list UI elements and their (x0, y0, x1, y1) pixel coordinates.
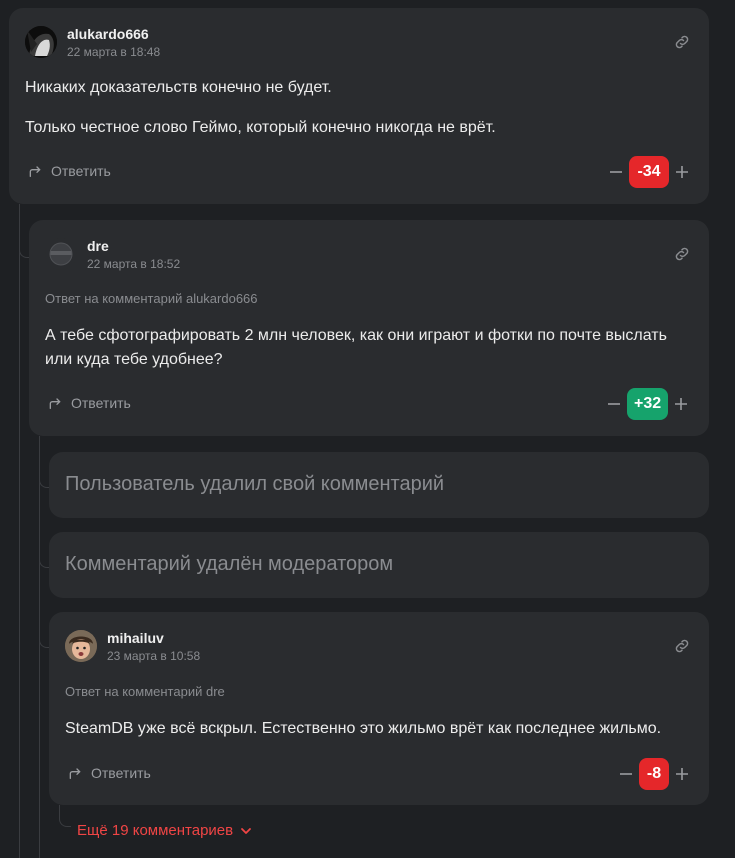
score-badge: -8 (639, 758, 669, 790)
vote-control: +32 (605, 388, 690, 420)
more-comments-label: Ещё 19 комментариев (77, 822, 234, 839)
link-icon[interactable] (673, 33, 691, 51)
reply-label: Ответить (91, 765, 151, 781)
link-icon[interactable] (673, 245, 691, 263)
minus-icon[interactable] (617, 765, 635, 783)
link-icon[interactable] (673, 637, 691, 655)
avatar[interactable] (25, 26, 57, 58)
comment-text: А тебе сфотографировать 2 млн человек, к… (45, 327, 667, 368)
thread-line-main (19, 204, 20, 858)
comment-text: SteamDB уже всё вскрыл. Естественно это … (65, 720, 662, 737)
thread-elbow (39, 470, 49, 488)
thread-elbow (19, 240, 29, 258)
comment-date[interactable]: 22 марта в 18:48 (67, 45, 160, 59)
thread-line-nested (39, 436, 40, 858)
score-badge: +32 (627, 388, 669, 420)
deleted-comment-text: Комментарий удалён модератором (65, 553, 394, 575)
thread-elbow (59, 805, 71, 827)
reply-label: Ответить (51, 163, 111, 179)
comment-text: Никаких доказательств конечно не будет. (25, 79, 332, 96)
reply-to-label[interactable]: Ответ на комментарий alukardo666 (45, 291, 258, 306)
plus-icon[interactable] (673, 163, 691, 181)
reply-arrow-icon (29, 166, 41, 177)
reply-arrow-icon (69, 768, 81, 779)
plus-icon[interactable] (672, 395, 690, 413)
more-comments-link[interactable]: Ещё 19 комментариев (77, 822, 253, 839)
vote-control: -34 (607, 156, 691, 188)
reply-button[interactable]: Ответить (27, 163, 111, 179)
comment-text: Только честное слово Геймо, который коне… (25, 119, 496, 136)
author-name[interactable]: mihailuv (107, 630, 164, 646)
reply-to-label[interactable]: Ответ на комментарий dre (65, 684, 225, 699)
reply-button[interactable]: Ответить (67, 765, 151, 781)
deleted-comment-card: Комментарий удалён модератором (49, 532, 709, 598)
comment-date[interactable]: 23 марта в 10:58 (107, 649, 200, 663)
reply-button[interactable]: Ответить (47, 395, 131, 411)
author-name[interactable]: alukardo666 (67, 26, 149, 42)
thread-elbow (39, 550, 49, 568)
minus-icon[interactable] (607, 163, 625, 181)
avatar[interactable] (65, 630, 97, 662)
deleted-comment-card: Пользователь удалил свой комментарий (49, 452, 709, 518)
score-badge: -34 (629, 156, 669, 188)
thread-elbow (39, 630, 49, 648)
plus-icon[interactable] (673, 765, 691, 783)
vote-control: -8 (617, 758, 691, 790)
deleted-comment-text: Пользователь удалил свой комментарий (65, 473, 445, 495)
author-name[interactable]: dre (87, 238, 109, 254)
minus-icon[interactable] (605, 395, 623, 413)
reply-label: Ответить (71, 395, 131, 411)
comment-date[interactable]: 22 марта в 18:52 (87, 257, 180, 271)
chevron-down-icon (241, 827, 252, 834)
comment-card: dre 22 марта в 18:52 Ответ на комментари… (29, 220, 709, 436)
reply-arrow-icon (49, 398, 61, 409)
avatar[interactable] (45, 238, 77, 270)
comment-card: alukardo666 22 марта в 18:48 Никаких док… (9, 8, 709, 204)
comment-card: mihailuv 23 марта в 10:58 Ответ на комме… (49, 612, 709, 805)
